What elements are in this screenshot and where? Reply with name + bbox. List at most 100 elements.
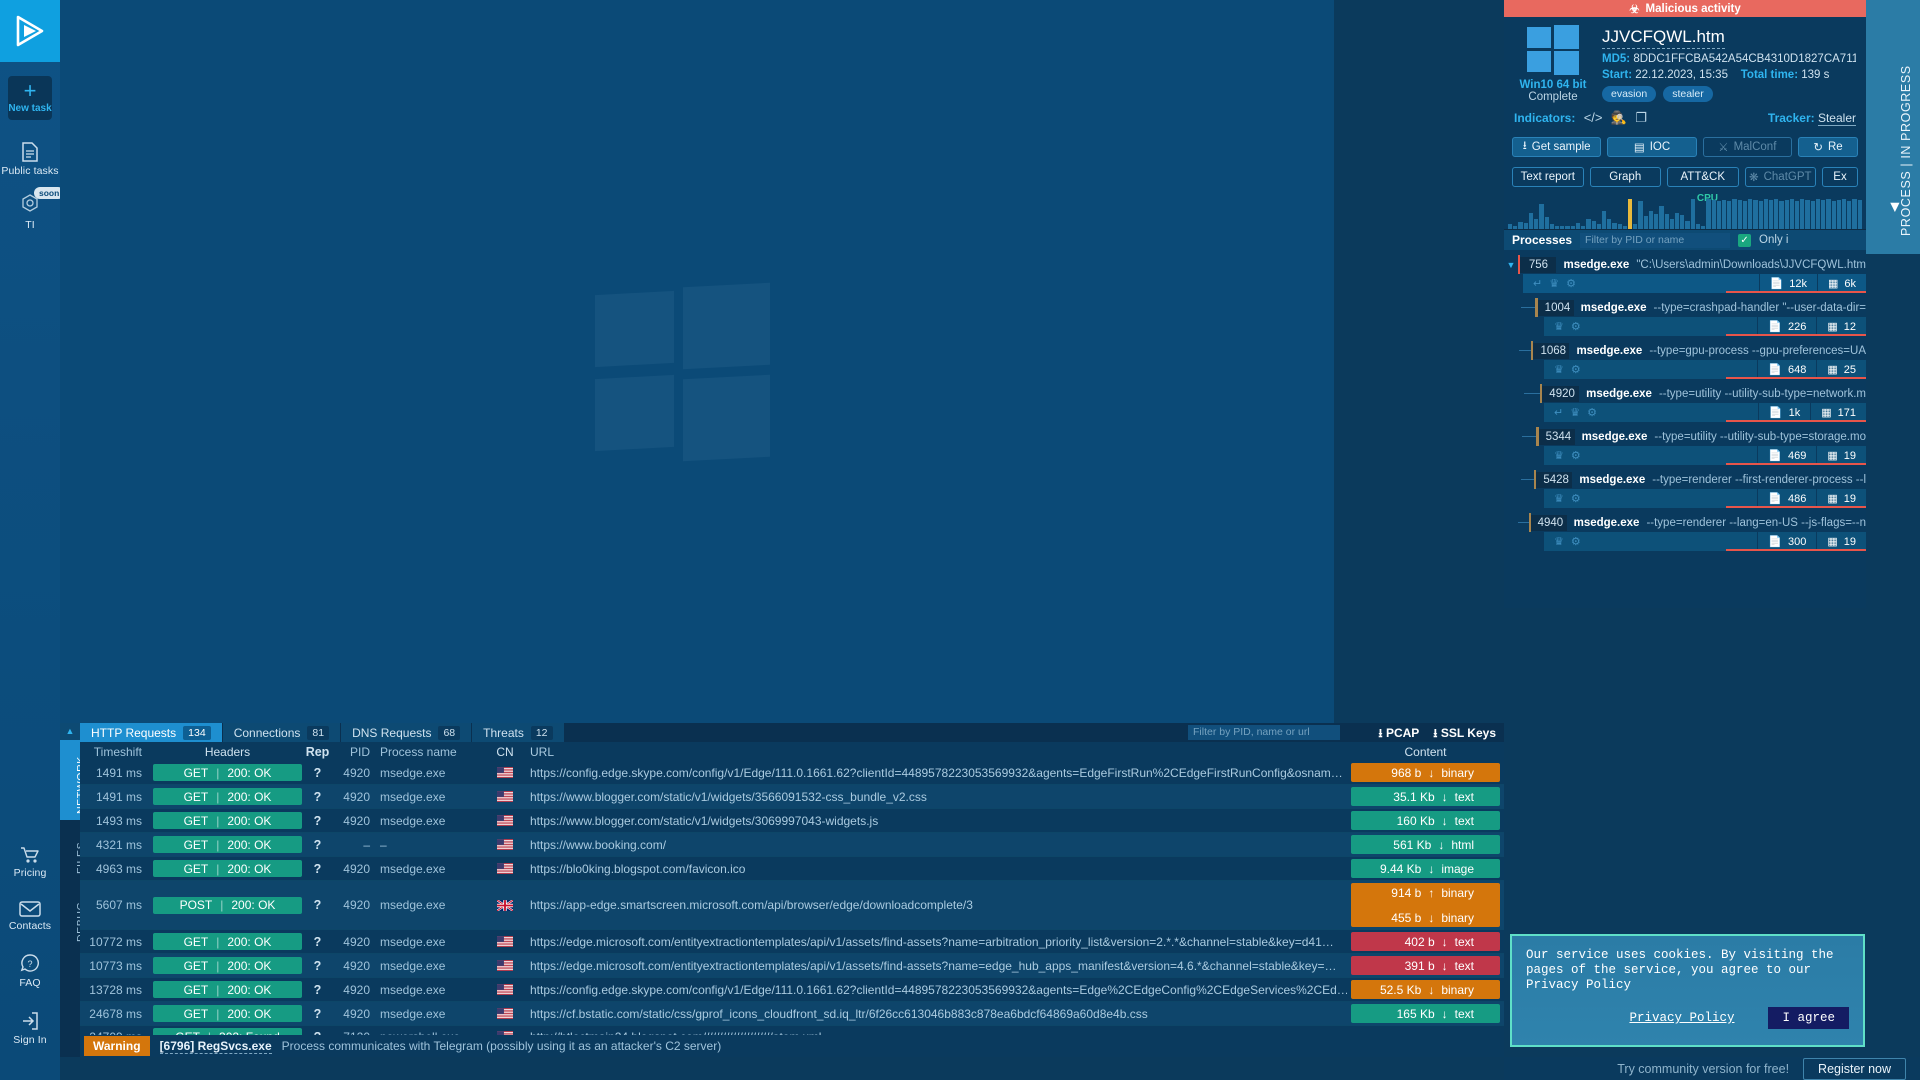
cell-headers[interactable]: GET|302: Found [150, 1026, 305, 1035]
cell-url[interactable]: https://www.blogger.com/static/v1/widget… [525, 785, 1347, 808]
sidebar-item-faq[interactable]: ? FAQ [0, 948, 60, 993]
cell-headers[interactable]: GET | 200: OK [150, 809, 305, 832]
table-row[interactable]: 24709 msGET|302: Found?7120powershell.ex… [80, 1026, 1504, 1035]
new-task-button[interactable]: + New task [8, 76, 52, 120]
side-tab-files[interactable]: FILES [60, 820, 87, 880]
cell-reputation[interactable]: ? [305, 857, 330, 880]
cell-reputation[interactable]: ? [305, 833, 330, 856]
cell-reputation[interactable]: ? [305, 809, 330, 832]
network-filter-input[interactable]: Filter by PID, name or url [1188, 725, 1340, 740]
cell-reputation[interactable]: ? [305, 930, 330, 953]
cell-headers[interactable]: GET | 200: OK [150, 930, 305, 953]
process-row[interactable]: 4920 msedge.exe --type=utility --utility-s… [1504, 384, 1866, 422]
col-pid[interactable]: PID [330, 745, 370, 759]
chevron-down-icon[interactable]: ▼ [1504, 260, 1518, 270]
cell-reputation[interactable]: ? [305, 1002, 330, 1025]
medal-icon[interactable]: ♛ [1554, 535, 1564, 548]
modules-icon[interactable]: ⚙ [1571, 535, 1581, 548]
col-content[interactable]: Content [1347, 743, 1504, 761]
get-sample-button[interactable]: ⭳ Get sample [1512, 137, 1602, 157]
collapse-left-arrow-icon[interactable]: ◀ [1887, 202, 1901, 212]
sidebar-item-sign-in[interactable]: Sign In [0, 1005, 60, 1050]
ioc-button[interactable]: ▤ IOC [1607, 137, 1697, 157]
table-row[interactable]: 10773 ms GET | 200: OK? 4920 msedge.exe https:… [80, 954, 1504, 978]
table-row[interactable]: 24678 ms GET | 200: OK? 4920 msedge.exe https:… [80, 1002, 1504, 1026]
medal-icon[interactable]: ♛ [1570, 406, 1580, 419]
tag-stealer[interactable]: stealer [1663, 86, 1713, 102]
process-row-main[interactable]: 5428 msedge.exe --type=renderer --first-re… [1504, 470, 1866, 489]
cell-content[interactable]: 968 b ↓ binary [1347, 761, 1504, 784]
medal-icon[interactable]: ♛ [1549, 277, 1559, 290]
col-process-name[interactable]: Process name [370, 745, 485, 759]
medal-icon[interactable]: ♛ [1554, 449, 1564, 462]
medal-icon[interactable]: ♛ [1554, 363, 1564, 376]
medal-icon[interactable]: ♛ [1554, 320, 1564, 333]
process-progress-tab[interactable]: PROCESS | IN PROGRESS ◀ [1866, 0, 1920, 254]
process-row[interactable]: 1068 msedge.exe --type=gpu-process --gpu-p… [1504, 341, 1866, 379]
cell-content[interactable]: – [1347, 1026, 1504, 1035]
sidebar-item-ti[interactable]: soon TI [0, 187, 65, 235]
status-process[interactable]: [6796] RegSvcs.exe [159, 1039, 272, 1054]
process-row-main[interactable]: ▼ 756 msedge.exe "C:\Users\admin\Downloads\… [1504, 255, 1866, 274]
modules-icon[interactable]: ⚙ [1571, 449, 1581, 462]
cell-content[interactable]: 391 b ↓ text [1347, 954, 1504, 977]
sidebar-item-contacts[interactable]: Contacts [0, 895, 60, 936]
graph-button[interactable]: Graph [1589, 167, 1661, 187]
app-logo[interactable] [0, 0, 60, 62]
cell-reputation[interactable]: ? [305, 1026, 330, 1036]
table-row[interactable]: 13728 ms GET | 200: OK? 4920 msedge.exe https:… [80, 978, 1504, 1002]
copies-icon[interactable]: ❐ [1635, 110, 1647, 125]
table-row[interactable]: 1491 ms GET | 200: OK? 4920 msedge.exe https:/… [80, 761, 1504, 785]
cell-content[interactable]: 9.44 Kb ↓ image [1347, 857, 1504, 880]
cell-reputation[interactable]: ? [305, 954, 330, 977]
side-tab-debug[interactable]: DEBUG [60, 880, 87, 950]
tab-dns-requests[interactable]: DNS Requests 68 [341, 723, 473, 742]
cell-headers[interactable]: GET | 200: OK [150, 978, 305, 1001]
sample-file-name[interactable]: JJVCFQWL.htm [1602, 27, 1725, 49]
table-row[interactable]: 4963 ms GET | 200: OK? 4920 msedge.exe https:/… [80, 857, 1504, 881]
process-filter-input[interactable]: Filter by PID or name [1580, 232, 1731, 248]
cell-url[interactable]: https://edge.microsoft.com/entityextract… [525, 954, 1347, 977]
process-row-main[interactable]: 4920 msedge.exe --type=utility --utility-s… [1504, 384, 1866, 403]
restart-button[interactable]: ↻ Re [1797, 137, 1858, 157]
table-row[interactable]: 5607 ms POST | 200: OK? 4920 msedge.exe https:… [80, 881, 1504, 930]
modules-icon[interactable]: ⚙ [1587, 406, 1597, 419]
cell-reputation[interactable]: ? [305, 978, 330, 1001]
cell-url[interactable]: https://config.edge.skype.com/config/v1/… [525, 978, 1347, 1001]
network-icon[interactable]: ↵ [1554, 406, 1563, 419]
process-row[interactable]: 5344 msedge.exe --type=utility --utility-s… [1504, 427, 1866, 465]
network-icon[interactable]: ↵ [1533, 277, 1542, 290]
text-report-button[interactable]: Text report [1512, 167, 1584, 187]
table-row[interactable]: 4321 ms GET | 200: OK? – – https://www.booking… [80, 833, 1504, 857]
cell-headers[interactable]: GET | 200: OK [150, 954, 305, 977]
malconf-button[interactable]: ⚔ MalConf [1702, 137, 1792, 157]
process-row[interactable]: ▼ 756 msedge.exe "C:\Users\admin\Downloads\… [1504, 255, 1866, 293]
col-cn[interactable]: CN [485, 745, 525, 759]
attack-button[interactable]: ATT&CK [1667, 167, 1739, 187]
cell-headers[interactable]: GET | 200: OK [150, 785, 305, 808]
col-headers[interactable]: Headers [150, 743, 305, 761]
chatgpt-button[interactable]: new ❋ ChatGPT [1744, 167, 1816, 187]
col-timeshift[interactable]: Timeshift [80, 745, 150, 759]
cell-content[interactable]: 165 Kb ↓ text [1347, 1002, 1504, 1025]
cell-headers[interactable]: GET | 200: OK [150, 857, 305, 880]
tag-evasion[interactable]: evasion [1602, 86, 1657, 102]
process-row-main[interactable]: 1068 msedge.exe --type=gpu-process --gpu-p… [1504, 341, 1866, 360]
cell-url[interactable]: https://blo0king.blogspot.com/favicon.ic… [525, 857, 1347, 880]
tab-connections[interactable]: Connections 81 [222, 723, 342, 742]
sidebar-item-public-tasks[interactable]: Public tasks [0, 136, 60, 181]
cell-headers[interactable]: GET | 200: OK [150, 1002, 305, 1025]
table-row[interactable]: 1493 ms GET | 200: OK? 4920 msedge.exe https:/… [80, 809, 1504, 833]
cell-url[interactable]: https://edge.microsoft.com/entityextract… [525, 930, 1347, 953]
process-row-main[interactable]: 4940 msedge.exe --type=renderer --lang=en-… [1504, 513, 1866, 532]
register-now-button[interactable]: Register now [1803, 1057, 1906, 1080]
cell-url[interactable]: https://www.blogger.com/static/v1/widget… [525, 809, 1347, 832]
cell-content[interactable]: 35.1 Kb ↓ text [1347, 785, 1504, 808]
cell-url[interactable]: https://app-edge.smartscreen.microsoft.c… [525, 881, 1347, 929]
cell-url[interactable]: https://cf.bstatic.com/static/css/gprof_… [525, 1002, 1347, 1025]
process-row[interactable]: 5428 msedge.exe --type=renderer --first-re… [1504, 470, 1866, 508]
only-important-checkbox[interactable]: ✓ [1738, 233, 1752, 247]
col-rep[interactable]: Rep [305, 745, 330, 759]
cell-content[interactable]: 52.5 Kb ↓ binary [1347, 978, 1504, 1001]
medal-icon[interactable]: ♛ [1554, 492, 1564, 505]
